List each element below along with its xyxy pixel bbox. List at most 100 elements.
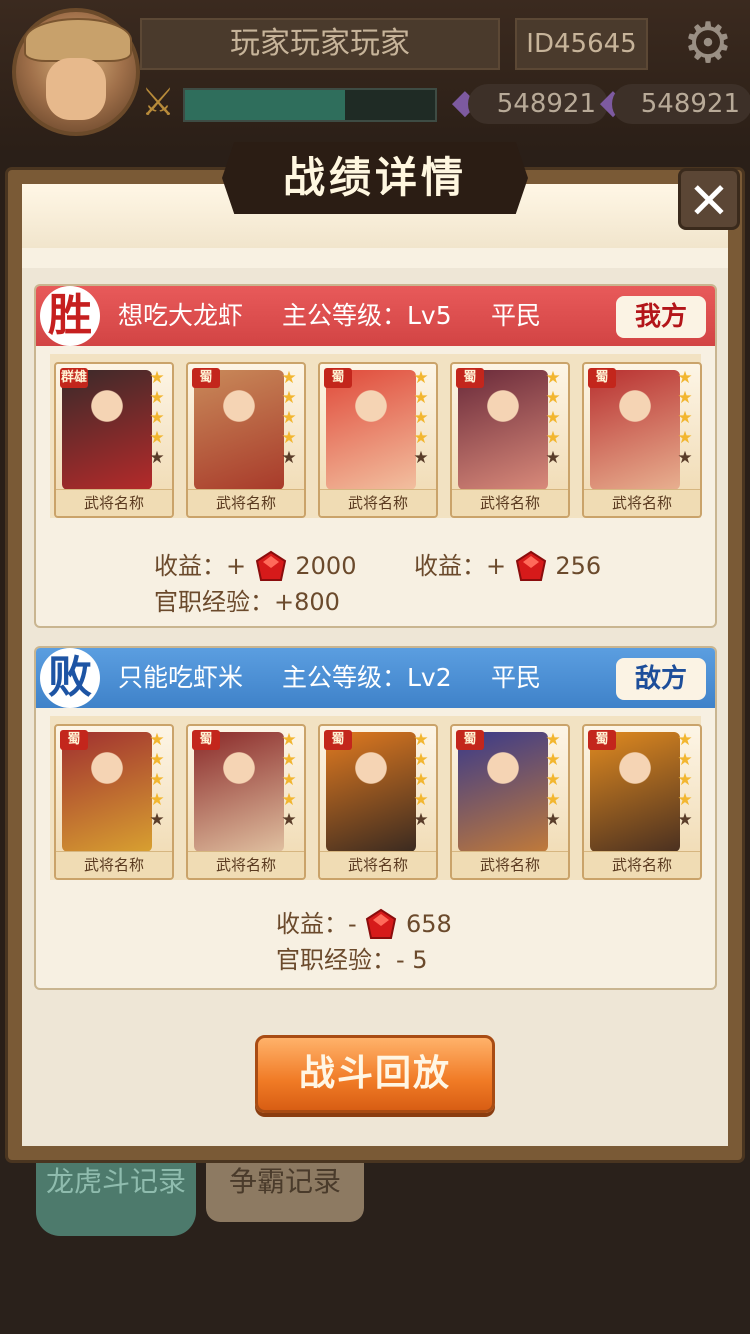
hero-card[interactable]: 蜀 ★ ★ ★ ★ ★ 武将名称 [318, 362, 438, 518]
star-icon: ★ [545, 790, 561, 810]
star-icon: ★ [149, 448, 165, 468]
currency-1: 548921 [468, 84, 608, 124]
star-icon: ★ [677, 790, 693, 810]
avatar-face [46, 58, 106, 120]
star-rating: ★ ★ ★ ★ ★ [674, 368, 696, 468]
tab-dragon-tiger-record[interactable]: 龙虎斗记录 [36, 1150, 196, 1236]
faction-badge: 蜀 [456, 730, 484, 750]
ruby-icon [515, 550, 546, 581]
income-label: 收益：+ [154, 552, 247, 580]
hero-card[interactable]: 蜀 ★ ★ ★ ★ ★ 武将名称 [582, 362, 702, 518]
star-icon: ★ [281, 770, 297, 790]
hero-name: 武将名称 [320, 851, 436, 878]
hero-card[interactable]: 蜀 ★ ★ ★ ★ ★ 武将名称 [450, 724, 570, 880]
income-label: 收益：+ [414, 552, 507, 580]
star-icon: ★ [545, 810, 561, 830]
faction-badge: 蜀 [192, 368, 220, 388]
faction-badge: 蜀 [60, 730, 88, 750]
income-label: 收益：- [276, 910, 357, 938]
hero-card[interactable]: 蜀 ★ ★ ★ ★ ★ 武将名称 [186, 724, 306, 880]
star-icon: ★ [149, 428, 165, 448]
hero-card[interactable]: 蜀 ★ ★ ★ ★ ★ 武将名称 [54, 724, 174, 880]
income-value: 2000 [295, 552, 357, 580]
star-icon: ★ [149, 408, 165, 428]
winner-panel: 胜 想吃大龙虾 主公等级：Lv5 平民 我方 群雄 ★ ★ ★ ★ ★ 武将名称蜀 ★ ★ ★ ★ ★… [34, 284, 717, 628]
hero-card[interactable]: 群雄 ★ ★ ★ ★ ★ 武将名称 [54, 362, 174, 518]
tab-hegemony-record[interactable]: 争霸记录 [206, 1150, 364, 1222]
player-name: 玩家玩家玩家 [140, 18, 500, 70]
hero-portrait [194, 732, 284, 852]
star-icon: ★ [545, 770, 561, 790]
close-button[interactable]: ✕ [678, 168, 740, 230]
ruby-icon [255, 550, 286, 581]
winner-rank: 平民 [491, 301, 542, 330]
win-badge: 胜 [40, 286, 100, 346]
star-rating: ★ ★ ★ ★ ★ [410, 730, 432, 830]
star-icon: ★ [281, 448, 297, 468]
winner-card-row: 群雄 ★ ★ ★ ★ ★ 武将名称蜀 ★ ★ ★ ★ ★ 武将名称蜀 ★ ★ ★ ★ ★ 武将名称蜀 ★ ★ ★ ★ ★ 武将名… [50, 354, 702, 518]
hero-portrait [62, 732, 152, 852]
hero-card[interactable]: 蜀 ★ ★ ★ ★ ★ 武将名称 [450, 362, 570, 518]
hero-portrait [326, 732, 416, 852]
our-side-tag: 我方 [616, 296, 706, 338]
avatar-hat [24, 18, 132, 62]
star-icon: ★ [281, 790, 297, 810]
star-icon: ★ [149, 388, 165, 408]
star-icon: ★ [413, 770, 429, 790]
star-icon: ★ [149, 770, 165, 790]
faction-badge: 蜀 [588, 368, 616, 388]
star-icon: ★ [281, 428, 297, 448]
star-icon: ★ [149, 790, 165, 810]
faction-badge: 蜀 [588, 730, 616, 750]
winner-header: 胜 想吃大龙虾 主公等级：Lv5 平民 我方 [36, 286, 715, 346]
faction-badge: 蜀 [192, 730, 220, 750]
faction-badge: 蜀 [324, 368, 352, 388]
winner-income-1: 收益：+ 2000 [154, 548, 356, 584]
star-icon: ★ [281, 750, 297, 770]
star-icon: ★ [677, 730, 693, 750]
star-icon: ★ [413, 428, 429, 448]
hero-card[interactable]: 蜀 ★ ★ ★ ★ ★ 武将名称 [582, 724, 702, 880]
star-icon: ★ [413, 750, 429, 770]
income-value: 256 [555, 552, 602, 580]
loser-name: 只能吃虾米 [118, 663, 244, 692]
star-rating: ★ ★ ★ ★ ★ [278, 368, 300, 468]
hero-card[interactable]: 蜀 ★ ★ ★ ★ ★ 武将名称 [318, 724, 438, 880]
star-icon: ★ [545, 428, 561, 448]
gear-icon[interactable]: ⚙ [678, 14, 738, 74]
star-icon: ★ [149, 730, 165, 750]
winner-name: 想吃大龙虾 [118, 301, 244, 330]
lose-badge: 败 [40, 648, 100, 708]
star-icon: ★ [677, 750, 693, 770]
faction-badge: 蜀 [324, 730, 352, 750]
hero-name: 武将名称 [188, 489, 304, 516]
loser-panel: 败 只能吃虾米 主公等级：Lv2 平民 敌方 蜀 ★ ★ ★ ★ ★ 武将名称蜀 ★ ★ ★ ★ ★ 武… [34, 646, 717, 990]
star-icon: ★ [677, 408, 693, 428]
hero-portrait [590, 732, 680, 852]
hero-card[interactable]: 蜀 ★ ★ ★ ★ ★ 武将名称 [186, 362, 306, 518]
income-value: 658 [405, 910, 452, 938]
hero-name: 武将名称 [452, 489, 568, 516]
star-rating: ★ ★ ★ ★ ★ [146, 368, 168, 468]
faction-badge: 群雄 [60, 368, 88, 388]
loser-header: 败 只能吃虾米 主公等级：Lv2 平民 敌方 [36, 648, 715, 708]
star-icon: ★ [413, 730, 429, 750]
hero-name: 武将名称 [584, 851, 700, 878]
enemy-side-tag: 敌方 [616, 658, 706, 700]
star-icon: ★ [545, 408, 561, 428]
hero-portrait [458, 732, 548, 852]
player-id: ID45645 [515, 18, 648, 70]
star-icon: ★ [413, 408, 429, 428]
hero-name: 武将名称 [452, 851, 568, 878]
star-icon: ★ [281, 408, 297, 428]
star-icon: ★ [149, 368, 165, 388]
star-icon: ★ [545, 448, 561, 468]
hero-portrait [194, 370, 284, 490]
player-avatar[interactable] [12, 8, 140, 136]
hero-portrait [326, 370, 416, 490]
star-icon: ★ [281, 810, 297, 830]
battle-replay-button[interactable]: 战斗回放 [255, 1035, 495, 1113]
star-icon: ★ [413, 388, 429, 408]
star-rating: ★ ★ ★ ★ ★ [674, 730, 696, 830]
rank-swords-icon: ⚔ [140, 80, 176, 124]
